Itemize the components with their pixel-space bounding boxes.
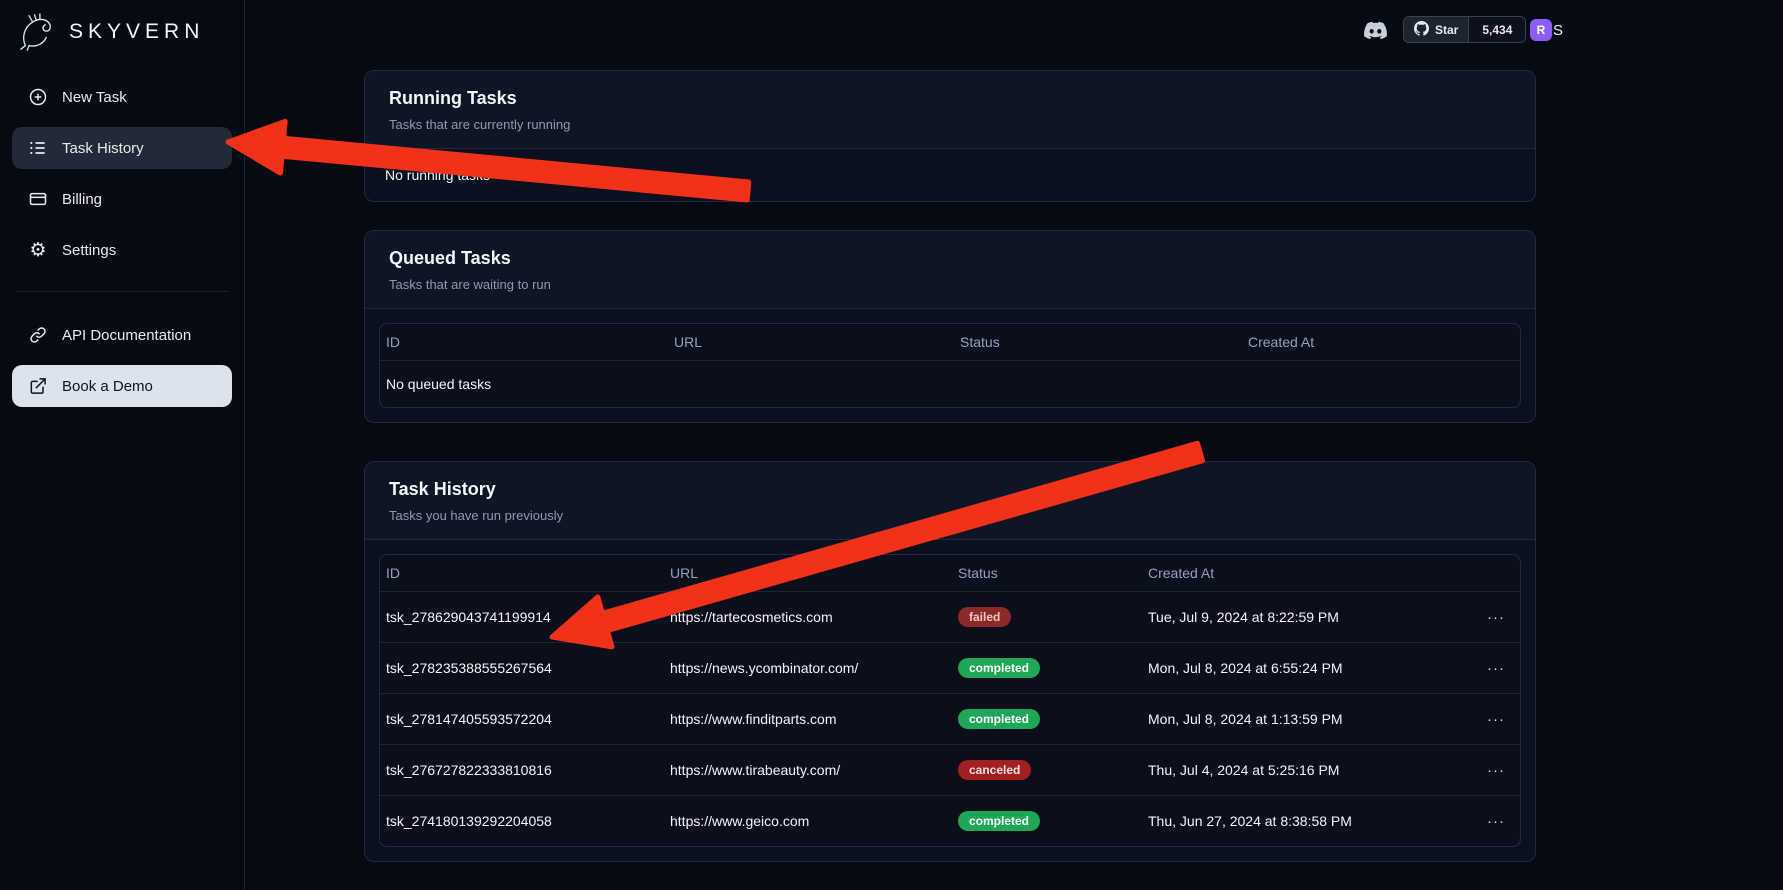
task-history-table: ID URL Status Created At tsk_27862904374… [379, 554, 1521, 847]
task-url-cell: https://www.finditparts.com [664, 696, 952, 742]
table-row: No queued tasks [380, 361, 1520, 407]
sidebar-item-label: New Task [62, 89, 127, 106]
brand-name: SKYVERN [69, 20, 204, 44]
list-icon [28, 138, 48, 158]
card-title: Queued Tasks [389, 248, 1511, 269]
github-star-widget[interactable]: Star 5,434 [1403, 16, 1526, 43]
queued-tasks-card: Queued Tasks Tasks that are waiting to r… [364, 230, 1536, 423]
status-badge: failed [958, 607, 1011, 627]
created-at-cell: Thu, Jul 4, 2024 at 5:25:16 PM [1142, 747, 1472, 793]
task-id-cell: tsk_274180139292204058 [380, 798, 664, 844]
github-icon [1414, 21, 1429, 39]
brand-logo[interactable]: SKYVERN [12, 18, 232, 46]
status-badge: canceled [958, 760, 1031, 780]
sidebar-item-book-a-demo[interactable]: Book a Demo [12, 365, 232, 407]
github-star-count: 5,434 [1468, 17, 1525, 42]
table-header-row: ID URL Status Created At [380, 555, 1520, 592]
task-url-cell: https://www.geico.com [664, 798, 952, 844]
table-row[interactable]: tsk_278235388555267564 https://news.ycom… [380, 643, 1520, 694]
plus-circle-icon [28, 87, 48, 107]
row-menu-button[interactable]: ··· [1481, 658, 1511, 679]
column-header-url: URL [664, 555, 952, 591]
column-header-menu [1472, 563, 1520, 583]
task-id-cell: tsk_278629043741199914 [380, 594, 664, 640]
row-menu-button[interactable]: ··· [1481, 607, 1511, 628]
sidebar-item-task-history[interactable]: Task History [12, 127, 232, 169]
card-title: Running Tasks [389, 88, 1511, 109]
status-badge: completed [958, 658, 1040, 678]
table-row[interactable]: tsk_276727822333810816 https://www.tirab… [380, 745, 1520, 796]
column-header-created-at: Created At [1142, 555, 1472, 591]
created-at-cell: Thu, Jun 27, 2024 at 8:38:58 PM [1142, 798, 1472, 844]
credit-card-icon [28, 189, 48, 209]
sidebar-item-settings[interactable]: ⚙ Settings [12, 229, 232, 271]
link-icon [28, 325, 48, 345]
external-link-icon [28, 376, 48, 396]
running-tasks-empty-state: No running tasks [365, 149, 1535, 201]
gear-icon: ⚙ [28, 240, 48, 260]
sidebar-item-label: API Documentation [62, 327, 191, 344]
card-subtitle: Tasks that are currently running [389, 117, 1511, 132]
column-header-created-at: Created At [1242, 324, 1520, 360]
card-subtitle: Tasks that are waiting to run [389, 277, 1511, 292]
task-history-header: Task History Tasks you have run previous… [365, 462, 1535, 540]
row-menu-button[interactable]: ··· [1481, 709, 1511, 730]
queued-tasks-header: Queued Tasks Tasks that are waiting to r… [365, 231, 1535, 309]
card-title: Task History [389, 479, 1511, 500]
task-url-cell: https://tartecosmetics.com [664, 594, 952, 640]
topbar: Star 5,434 R S [245, 0, 1783, 60]
row-menu-button[interactable]: ··· [1481, 760, 1511, 781]
queued-tasks-empty-state: No queued tasks [380, 361, 1520, 407]
sidebar-item-new-task[interactable]: New Task [12, 76, 232, 118]
task-id-cell: tsk_278147405593572204 [380, 696, 664, 742]
sidebar-item-api-documentation[interactable]: API Documentation [12, 314, 232, 356]
column-header-url: URL [668, 324, 954, 360]
card-subtitle: Tasks you have run previously [389, 508, 1511, 523]
status-badge: completed [958, 811, 1040, 831]
column-header-status: Status [952, 555, 1142, 591]
main-content: Running Tasks Tasks that are currently r… [364, 70, 1536, 890]
status-badge: completed [958, 709, 1040, 729]
column-header-id: ID [380, 324, 668, 360]
sidebar: SKYVERN New Task Task History Billing ⚙ … [0, 0, 245, 890]
running-tasks-header: Running Tasks Tasks that are currently r… [365, 71, 1535, 149]
task-id-cell: tsk_278235388555267564 [380, 645, 664, 691]
table-header-row: ID URL Status Created At [380, 324, 1520, 361]
task-url-cell: https://news.ycombinator.com/ [664, 645, 952, 691]
created-at-cell: Tue, Jul 9, 2024 at 8:22:59 PM [1142, 594, 1472, 640]
skyvern-dragon-icon [18, 22, 60, 42]
sidebar-item-label: Settings [62, 242, 116, 259]
task-id-cell: tsk_276727822333810816 [380, 747, 664, 793]
sidebar-divider [16, 291, 228, 292]
discord-icon[interactable] [1363, 19, 1388, 45]
column-header-id: ID [380, 555, 664, 591]
task-history-card: Task History Tasks you have run previous… [364, 461, 1536, 862]
sidebar-item-label: Task History [62, 140, 144, 157]
table-row[interactable]: tsk_274180139292204058 https://www.geico… [380, 796, 1520, 846]
table-row[interactable]: tsk_278629043741199914 https://tartecosm… [380, 592, 1520, 643]
row-menu-button[interactable]: ··· [1481, 811, 1511, 832]
queued-tasks-table: ID URL Status Created At No queued tasks [379, 323, 1521, 408]
avatar[interactable]: R [1530, 19, 1552, 41]
created-at-cell: Mon, Jul 8, 2024 at 1:13:59 PM [1142, 696, 1472, 742]
sidebar-item-label: Billing [62, 191, 102, 208]
column-header-status: Status [954, 324, 1242, 360]
created-at-cell: Mon, Jul 8, 2024 at 6:55:24 PM [1142, 645, 1472, 691]
user-name-partial: S [1553, 22, 1563, 39]
sidebar-item-billing[interactable]: Billing [12, 178, 232, 220]
running-tasks-card: Running Tasks Tasks that are currently r… [364, 70, 1536, 202]
github-star-label: Star [1435, 23, 1458, 37]
task-url-cell: https://www.tirabeauty.com/ [664, 747, 952, 793]
sidebar-item-label: Book a Demo [62, 378, 153, 395]
table-row[interactable]: tsk_278147405593572204 https://www.findi… [380, 694, 1520, 745]
